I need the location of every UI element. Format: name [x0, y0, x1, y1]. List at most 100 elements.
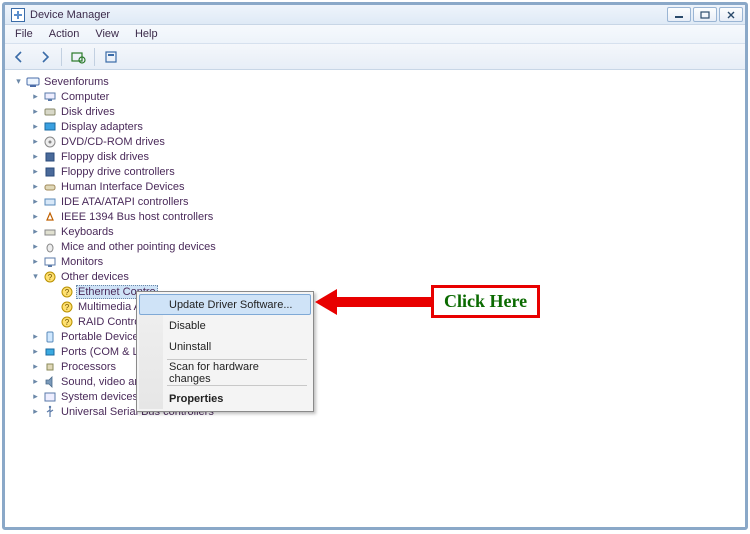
window-title: Device Manager	[30, 9, 667, 21]
tree-item-computer[interactable]: ▸ Computer	[30, 89, 743, 104]
tree-item-label: Floppy drive controllers	[59, 166, 177, 178]
expand-icon[interactable]: ▸	[30, 256, 41, 267]
expand-icon[interactable]: ▸	[30, 136, 41, 147]
close-button[interactable]	[719, 7, 743, 22]
tree-item-keyboards[interactable]: ▸ Keyboards	[30, 224, 743, 239]
tree-item-label: Processors	[59, 361, 118, 373]
tree-item-floppy[interactable]: ▸ Floppy disk drives	[30, 149, 743, 164]
portable-icon	[43, 330, 57, 344]
tree-item-other-devices[interactable]: ▾ ? Other devices	[30, 269, 743, 284]
ctx-item-label: Disable	[169, 320, 206, 332]
unknown-icon: ?	[60, 300, 74, 314]
expand-icon[interactable]: ▸	[30, 211, 41, 222]
expand-icon[interactable]: ▸	[30, 391, 41, 402]
computer-icon	[43, 90, 57, 104]
tree-item-label: Keyboards	[59, 226, 116, 238]
scan-hardware-button[interactable]	[67, 47, 89, 67]
ctx-disable[interactable]: Disable	[139, 315, 311, 336]
menu-action[interactable]: Action	[43, 26, 86, 42]
svg-text:?: ?	[65, 288, 70, 297]
tree-item-label: Portable Devices	[59, 331, 146, 343]
system-icon	[43, 390, 57, 404]
expand-icon[interactable]: ▸	[30, 166, 41, 177]
disk-icon	[43, 105, 57, 119]
expand-icon[interactable]: ▸	[30, 361, 41, 372]
properties-button[interactable]	[100, 47, 122, 67]
unknown-icon: ?	[43, 270, 57, 284]
app-icon	[11, 8, 25, 22]
back-button[interactable]	[9, 47, 31, 67]
expand-icon[interactable]: ▸	[30, 331, 41, 342]
tree-item-ide[interactable]: ▸ IDE ATA/ATAPI controllers	[30, 194, 743, 209]
unknown-icon: ?	[60, 315, 74, 329]
tree-root-label: Sevenforums	[42, 76, 111, 88]
window-frame: Device Manager File Action View Help	[2, 2, 748, 530]
tree-item-label: DVD/CD-ROM drives	[59, 136, 167, 148]
tree-item-floppy-ctrl[interactable]: ▸ Floppy drive controllers	[30, 164, 743, 179]
tree-item-label: Disk drives	[59, 106, 117, 118]
optical-icon	[43, 135, 57, 149]
tree-item-label: Human Interface Devices	[59, 181, 187, 193]
tree-item-label: System devices	[59, 391, 140, 403]
tree-item-ieee1394[interactable]: ▸ IEEE 1394 Bus host controllers	[30, 209, 743, 224]
menu-view[interactable]: View	[89, 26, 125, 42]
hid-icon	[43, 180, 57, 194]
toolbar-separator	[94, 48, 95, 66]
title-bar: Device Manager	[5, 5, 745, 25]
tree-item-label: Floppy disk drives	[59, 151, 151, 163]
expand-icon[interactable]: ▸	[30, 121, 41, 132]
tree-item-disk-drives[interactable]: ▸ Disk drives	[30, 104, 743, 119]
svg-text:?: ?	[65, 303, 70, 312]
ctx-item-label: Properties	[169, 393, 223, 405]
tree-root[interactable]: ▾ Sevenforums	[13, 74, 743, 89]
keyboard-icon	[43, 225, 57, 239]
ctx-scan[interactable]: Scan for hardware changes	[139, 362, 311, 383]
expand-icon[interactable]: ▸	[30, 226, 41, 237]
expand-icon[interactable]: ▸	[30, 241, 41, 252]
tree-item-label: Mice and other pointing devices	[59, 241, 218, 253]
menu-file[interactable]: File	[9, 26, 39, 42]
expand-icon[interactable]: ▸	[30, 181, 41, 192]
menu-help[interactable]: Help	[129, 26, 164, 42]
controller-icon	[43, 195, 57, 209]
expand-icon[interactable]: ▸	[30, 196, 41, 207]
expand-icon[interactable]: ▸	[30, 406, 41, 417]
forward-button[interactable]	[34, 47, 56, 67]
cpu-icon	[43, 360, 57, 374]
tree-item-label: IDE ATA/ATAPI controllers	[59, 196, 191, 208]
ctx-item-label: Scan for hardware changes	[169, 361, 303, 385]
toolbar-separator	[61, 48, 62, 66]
unknown-icon: ?	[60, 285, 74, 299]
expand-icon[interactable]: ▸	[30, 151, 41, 162]
tree-item-dvd[interactable]: ▸ DVD/CD-ROM drives	[30, 134, 743, 149]
tree-item-label: Monitors	[59, 256, 105, 268]
computer-icon	[26, 75, 40, 89]
tree-item-hid[interactable]: ▸ Human Interface Devices	[30, 179, 743, 194]
tree-item-mice[interactable]: ▸ Mice and other pointing devices	[30, 239, 743, 254]
expand-icon[interactable]: ▸	[30, 346, 41, 357]
sound-icon	[43, 375, 57, 389]
expand-icon[interactable]: ▸	[30, 91, 41, 102]
tree-item-monitors[interactable]: ▸ Monitors	[30, 254, 743, 269]
tree-item-label: Other devices	[59, 271, 131, 283]
tree-item-display[interactable]: ▸ Display adapters	[30, 119, 743, 134]
tree-item-label: IEEE 1394 Bus host controllers	[59, 211, 215, 223]
expand-icon[interactable]: ▸	[30, 376, 41, 387]
firewire-icon	[43, 210, 57, 224]
minimize-button[interactable]	[667, 7, 691, 22]
collapse-icon[interactable]: ▾	[30, 271, 41, 282]
ctx-update-driver[interactable]: Update Driver Software...	[139, 294, 311, 315]
floppy-icon	[43, 150, 57, 164]
ctx-uninstall[interactable]: Uninstall	[139, 336, 311, 357]
ctx-properties[interactable]: Properties	[139, 388, 311, 409]
mouse-icon	[43, 240, 57, 254]
ctx-item-label: Uninstall	[169, 341, 211, 353]
svg-text:?: ?	[48, 273, 53, 282]
maximize-button[interactable]	[693, 7, 717, 22]
collapse-icon[interactable]: ▾	[13, 76, 24, 87]
expand-icon[interactable]: ▸	[30, 106, 41, 117]
ctx-item-label: Update Driver Software...	[169, 299, 293, 311]
device-tree-pane[interactable]: ▾ Sevenforums ▸ Computer ▸ Dis	[5, 70, 745, 527]
toolbar	[5, 44, 745, 70]
window-controls	[667, 7, 743, 22]
